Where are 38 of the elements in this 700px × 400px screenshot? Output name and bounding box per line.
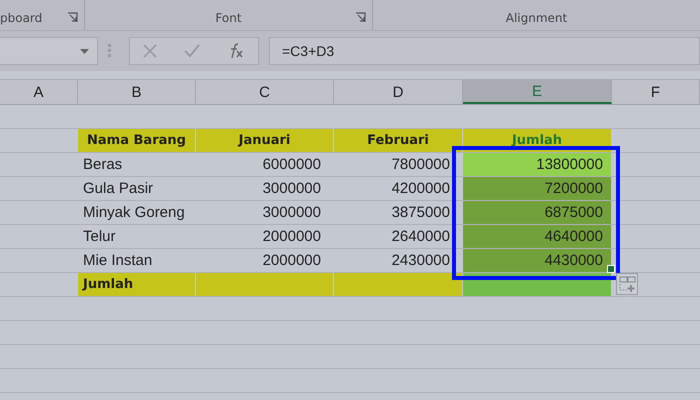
table-cell-text: Beras [82, 155, 124, 175]
group-label: Font [215, 11, 242, 25]
table-cell: Nama Barang [78, 129, 195, 152]
table-cell-text: 4200000 [390, 179, 451, 199]
column-header[interactable]: A [0, 80, 78, 104]
formula-field[interactable]: =C3+D3 [269, 37, 700, 65]
dialog-launcher-icon[interactable] [355, 12, 366, 23]
table-cell: 4640000 [463, 225, 611, 248]
table-cell: Februari [334, 129, 462, 152]
table-cell: Jumlah [78, 273, 195, 296]
table-cell: Januari [196, 129, 333, 152]
table-cell-text: 3000000 [262, 179, 322, 199]
table-cell-text: 2000000 [262, 251, 322, 271]
grip-icon [108, 44, 111, 58]
column-header[interactable]: B [78, 80, 196, 104]
table-cell: 13800000 [463, 153, 611, 176]
table-cell-text: 6000000 [262, 155, 322, 175]
table-cell-text: 2000000 [262, 227, 322, 247]
column-header[interactable]: C [196, 80, 334, 104]
table-cell-text: Telur [82, 227, 117, 247]
table-cell: 7200000 [463, 177, 611, 200]
table-cell: 6875000 [463, 201, 611, 224]
column-header[interactable]: F [612, 80, 700, 104]
fill-handle[interactable] [607, 265, 615, 273]
table-cell-text: 2430000 [390, 251, 451, 271]
dialog-launcher-icon[interactable] [67, 12, 78, 23]
table-cell: 4430000 [463, 249, 611, 272]
checkmark-icon[interactable] [184, 44, 200, 58]
group-label: Alignment [506, 11, 568, 25]
table-cell-text: Gula Pasir [82, 179, 154, 199]
table-cell-text: 2640000 [390, 227, 451, 247]
table-cell-text: 3875000 [390, 203, 451, 223]
table-cell-text: Minyak Goreng [82, 203, 186, 223]
table-cell-text: 7800000 [390, 155, 451, 175]
dropdown-caret-icon[interactable] [80, 48, 89, 54]
table-cell-text: Mie Instan [82, 251, 154, 271]
table-cell-text: 3000000 [262, 203, 322, 223]
group-label: pboard [0, 11, 42, 25]
